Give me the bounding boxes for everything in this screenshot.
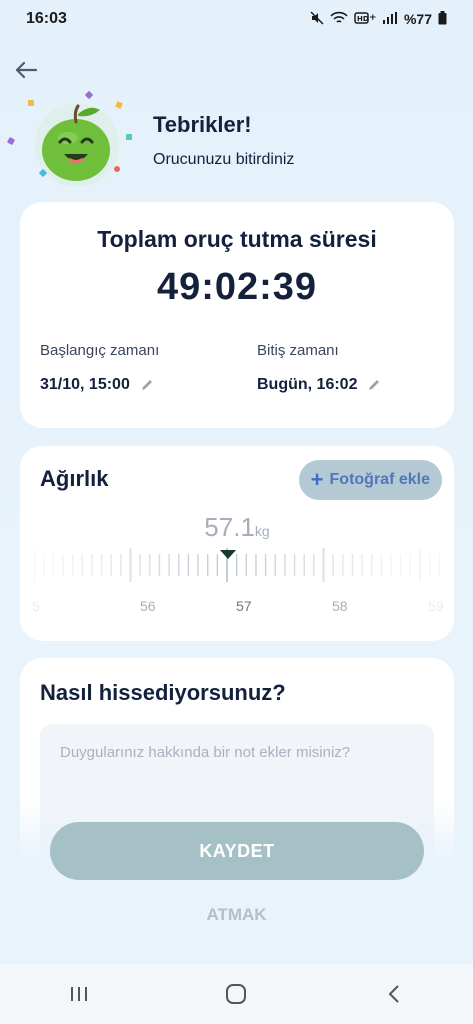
recent-apps-button[interactable] [59, 974, 99, 1014]
weight-ruler-slider[interactable]: 5 56 57 58 59 [32, 546, 444, 614]
end-time-edit[interactable]: Bugün, 16:02 [257, 376, 381, 394]
weight-reading: 57.1kg [20, 512, 454, 543]
confetti [126, 134, 132, 140]
home-button[interactable] [216, 974, 256, 1014]
weight-value: 57.1 [204, 512, 255, 542]
recent-apps-icon [70, 987, 87, 1001]
save-button[interactable]: KAYDET [50, 822, 424, 880]
status-time: 16:03 [26, 10, 67, 27]
weight-unit: kg [254, 523, 270, 539]
confetti [6, 136, 16, 146]
home-icon [226, 984, 247, 1004]
congrats-title: Tebrikler! [153, 112, 252, 137]
pencil-icon[interactable] [140, 378, 154, 392]
wifi-icon [330, 11, 348, 28]
discard-button[interactable]: ATMAK [0, 905, 473, 925]
confetti [114, 166, 120, 172]
apple-mascot [6, 90, 132, 188]
ruler-label: 56 [140, 598, 156, 614]
ruler-scale [33, 548, 440, 582]
system-back-button[interactable] [374, 974, 414, 1014]
ruler-label: 59 [428, 598, 444, 614]
fasting-duration-card: Toplam oruç tutma süresi 49:02:39 Başlan… [20, 202, 454, 428]
confetti [28, 100, 34, 106]
end-time-value: Bugün, 16:02 [257, 376, 358, 393]
hd-icon: HD + [354, 11, 377, 28]
feeling-note-placeholder: Duygularınız hakkında bir not ekler misi… [60, 744, 351, 761]
weight-title: Ağırlık [40, 466, 109, 491]
signal-icon [382, 11, 398, 28]
add-photo-button[interactable]: + Fotoğraf ekle [298, 460, 442, 500]
end-time-label: Bitiş zamanı [257, 342, 339, 359]
feeling-title: Nasıl hissediyorsunuz? [40, 680, 286, 705]
ruler-label: 57 [236, 598, 252, 614]
back-button[interactable] [12, 56, 40, 84]
congrats-subtitle: Orucunuzu bitirdiniz [153, 151, 295, 168]
status-icons: HD + %77 [310, 10, 447, 28]
svg-text:+: + [369, 13, 376, 23]
end-time: Bitiş zamanı Bugün, 16:02 [257, 342, 381, 394]
ruler-label: 5 [32, 598, 40, 614]
svg-text:HD: HD [357, 15, 369, 23]
start-time-label: Başlangıç zamanı [40, 342, 160, 359]
battery-icon [438, 10, 447, 28]
start-time-value: 31/10, 15:00 [40, 376, 130, 393]
plus-icon: + [310, 467, 324, 492]
weight-card: Ağırlık + Fotoğraf ekle 57.1kg 5 56 57 5… [20, 446, 454, 641]
mute-icon [310, 10, 324, 28]
battery-percent: %77 [403, 11, 432, 27]
duration-label: Toplam oruç tutma süresi [97, 226, 377, 252]
status-bar: 16:03 HD + %77 [0, 0, 473, 38]
ruler-indicator [220, 550, 236, 559]
pencil-icon[interactable] [367, 378, 381, 392]
system-nav-bar [0, 964, 473, 1024]
arrow-left-icon [15, 61, 38, 79]
ruler-label: 58 [332, 598, 348, 614]
start-time-edit[interactable]: 31/10, 15:00 [40, 376, 159, 394]
duration-value: 49:02:39 [156, 266, 318, 308]
chevron-left-icon [388, 985, 399, 1003]
add-photo-label: Fotoğraf ekle [329, 471, 430, 488]
start-time: Başlangıç zamanı 31/10, 15:00 [40, 342, 159, 394]
